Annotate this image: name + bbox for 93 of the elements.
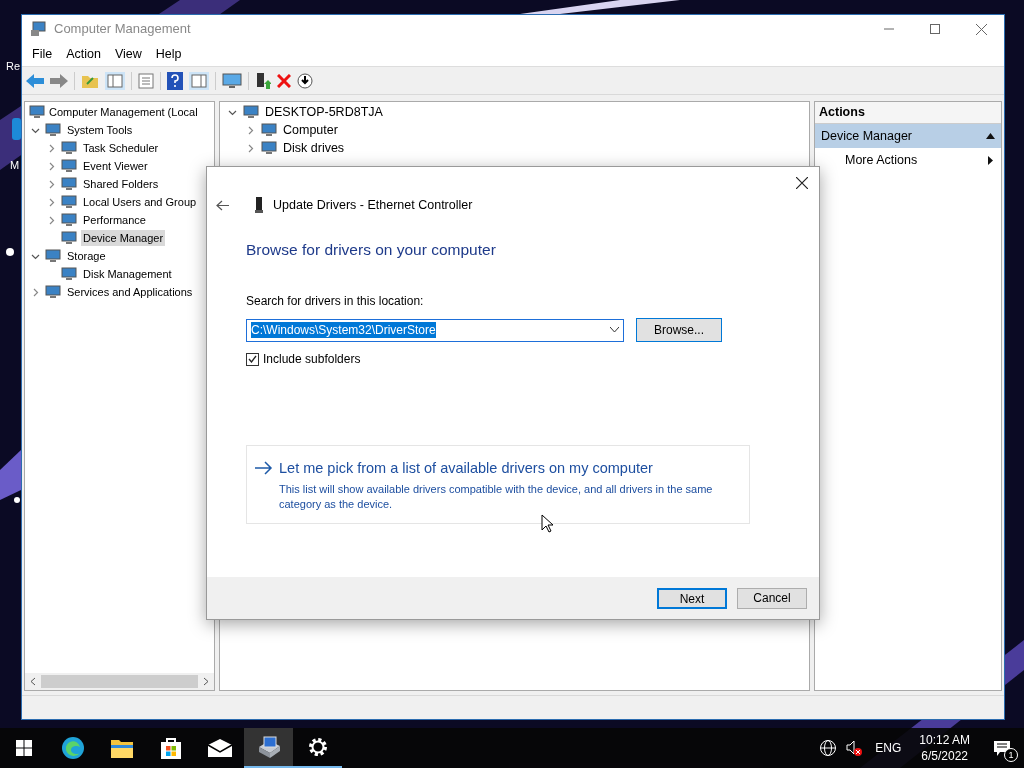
horizontal-scrollbar[interactable] [25, 673, 214, 690]
dialog-button[interactable]: Next [657, 587, 727, 609]
action-item[interactable]: More Actions [815, 148, 1001, 172]
tree-item[interactable]: Shared Folders [81, 175, 161, 193]
dialog-title: Update Drivers - Ethernet Controller [273, 196, 473, 214]
computer-icon [61, 212, 77, 228]
submenu-icon [988, 155, 993, 165]
browser-icon [60, 736, 85, 760]
tree-item[interactable]: Event Viewer [81, 157, 150, 175]
computer-icon [30, 21, 46, 37]
maximize-icon [930, 24, 940, 34]
close-icon [975, 23, 987, 35]
dialog-heading: Browse for drivers on your computer [246, 240, 497, 260]
tree-item[interactable]: Local Users and Group [81, 193, 199, 211]
close-icon [796, 177, 808, 189]
checkbox-label: Include subfolders [263, 351, 361, 369]
pick-driver-link-card[interactable]: Let me pick from a list of available drivers on my computer This list will show available drivers compatible with the device, and all drivers in the same category as the device. [246, 445, 750, 525]
desktop-icon [12, 118, 21, 140]
browse-button[interactable]: Browse... [636, 318, 722, 343]
download-icon[interactable] [297, 72, 313, 89]
mouse-cursor-icon [541, 514, 553, 533]
field-label: Search for drivers in this location: [246, 293, 425, 311]
computer-icon [61, 194, 77, 210]
globe-icon[interactable] [819, 739, 838, 757]
language-indicator[interactable]: ENG [875, 739, 902, 757]
desktop-dot [6, 248, 14, 256]
menu-item[interactable]: Action [62, 45, 105, 64]
computer-icon [29, 104, 45, 120]
computer-icon [261, 140, 277, 156]
dropdown-icon [610, 327, 619, 334]
computer-icon [45, 284, 61, 300]
delete-icon[interactable] [277, 73, 291, 88]
location-combobox[interactable]: C:\Windows\System32\DriverStore [246, 318, 624, 342]
back-arrow-icon[interactable] [26, 73, 44, 88]
back-arrow-icon[interactable] [216, 199, 229, 211]
menu-item[interactable]: View [110, 45, 146, 64]
taskbar-app[interactable] [244, 728, 293, 768]
monitor-icon[interactable] [222, 72, 242, 89]
computer-icon [61, 230, 77, 246]
update-driver-icon[interactable] [255, 71, 271, 90]
window-title: Computer Management [54, 20, 191, 39]
notification-count: 1 [1004, 748, 1018, 762]
actions-section[interactable]: Device Manager [815, 124, 1001, 148]
tree-item[interactable]: Computer [283, 120, 338, 140]
clock[interactable]: 10:12 AM 6/5/2022 [909, 732, 980, 764]
folder-icon [109, 737, 134, 759]
menu-item[interactable]: Help [151, 45, 186, 64]
settings-icon [306, 736, 329, 758]
computer-icon [61, 140, 77, 156]
mail-icon [206, 738, 233, 758]
checkbox[interactable] [246, 352, 259, 366]
help-icon[interactable] [167, 71, 183, 90]
panel-icon[interactable] [105, 71, 125, 90]
forward-arrow-icon[interactable] [50, 73, 68, 88]
device-icon [255, 197, 263, 213]
tree-item[interactable]: Disk drives [283, 138, 345, 158]
tree-item[interactable]: Services and Applications [65, 283, 195, 301]
actions-header: Actions [815, 102, 1001, 124]
speaker-muted-icon[interactable] [845, 739, 864, 757]
close-button[interactable] [795, 176, 809, 190]
minimize-icon [884, 28, 894, 30]
tree-item[interactable]: Task Scheduler [81, 139, 161, 157]
collapse-icon [986, 133, 995, 139]
tree-item[interactable]: Computer Management (Local [49, 103, 198, 121]
menu-item[interactable]: File [28, 45, 57, 64]
link-description: This list will show available drivers compatible with the device, and all drivers in the same category as the device. [279, 482, 714, 512]
scroll-right-icon[interactable] [202, 677, 210, 686]
desktop-icon-label: Re [6, 59, 21, 74]
computer-icon [61, 176, 77, 192]
check-icon [248, 355, 257, 364]
store-icon [158, 736, 183, 760]
computer-icon [261, 122, 277, 138]
tree-item[interactable]: DESKTOP-5RD8TJA [265, 102, 383, 122]
tree-item[interactable]: Performance [81, 211, 148, 229]
computer-icon [243, 104, 259, 120]
notifications-button[interactable]: 1 [980, 728, 1024, 768]
tree-item[interactable]: System Tools [65, 121, 135, 139]
desktop-icon-label: M [10, 158, 20, 173]
tree-item[interactable]: Device Manager [81, 229, 166, 247]
panel-icon[interactable] [189, 71, 209, 90]
desktop-dot [14, 497, 20, 503]
tree-item[interactable]: Storage [65, 247, 108, 265]
computer-icon [61, 158, 77, 174]
computer-icon [45, 248, 61, 264]
right-arrow-icon [255, 461, 273, 476]
dialog-button[interactable]: Cancel [737, 587, 807, 609]
link-title: Let me pick from a list of available drivers on my computer [279, 459, 654, 479]
message-icon [993, 739, 1011, 757]
computer-icon [61, 266, 77, 282]
windows-logo-icon [16, 740, 32, 756]
scroll-left-icon[interactable] [29, 677, 37, 686]
tree-item[interactable]: Disk Management [81, 265, 174, 283]
computer-icon [45, 122, 61, 138]
